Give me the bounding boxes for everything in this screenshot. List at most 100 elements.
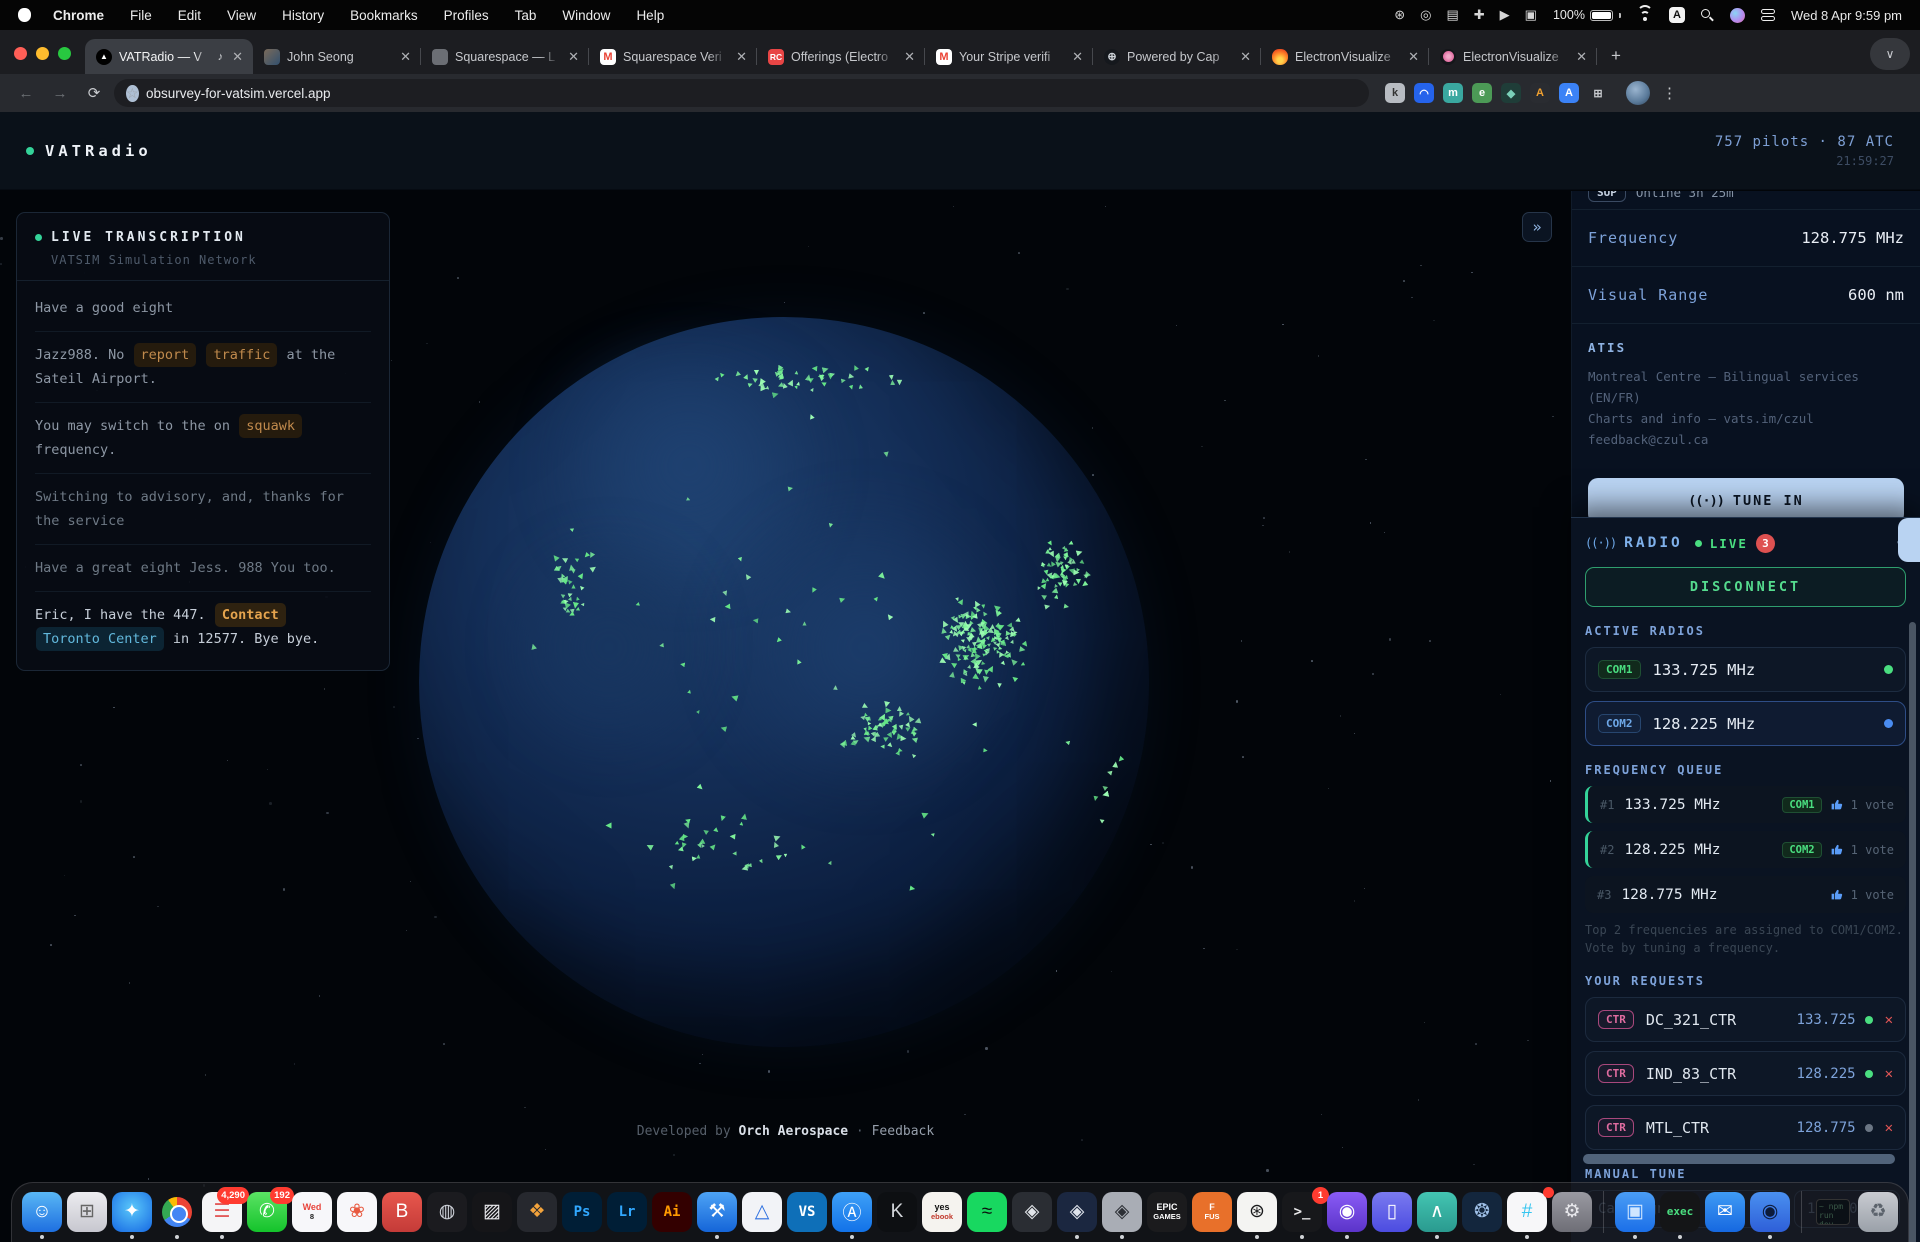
dock-system-settings[interactable]: ⚙ [1552, 1192, 1592, 1232]
dock-epic-games[interactable]: EPICGAMES [1147, 1192, 1187, 1232]
tab-close-icon[interactable]: ✕ [398, 49, 413, 65]
dock-photoshop[interactable]: Ps [562, 1192, 602, 1232]
dock-chrome[interactable] [157, 1192, 197, 1232]
dock-mail[interactable]: ✉ [1705, 1192, 1745, 1232]
siri-icon[interactable] [1730, 8, 1745, 23]
menu-item-history[interactable]: History [282, 8, 324, 23]
spotlight-search-icon[interactable] [1701, 9, 1714, 22]
browser-tab-4[interactable]: RCOfferings (Electro✕ [757, 39, 925, 74]
active-radio-com1[interactable]: COM1133.725 MHz [1585, 647, 1906, 692]
omnibox[interactable]: ≔ obsurvey-for-vatsim.vercel.app ☆ [114, 79, 1369, 107]
browser-tab-2[interactable]: Squarespace — L✕ [421, 39, 589, 74]
browser-tab-0[interactable]: ▲VATRadio — V♪✕ [85, 39, 253, 74]
ext-translate-icon[interactable]: A [1559, 83, 1579, 103]
menu-item-window[interactable]: Window [562, 8, 610, 23]
layout-status-icon[interactable]: ▣ [1525, 7, 1537, 23]
browser-menu-icon[interactable]: ⋮ [1656, 84, 1683, 102]
tab-close-icon[interactable]: ✕ [1574, 49, 1589, 65]
menu-item-view[interactable]: View [227, 8, 256, 23]
dock-launchpad[interactable]: ⊞ [67, 1192, 107, 1232]
tab-close-icon[interactable]: ✕ [734, 49, 749, 65]
remove-request-icon[interactable]: ✕ [1885, 1012, 1893, 1028]
ext-a-icon[interactable]: A [1530, 83, 1550, 103]
back-button[interactable]: ← [12, 85, 40, 102]
menu-item-help[interactable]: Help [636, 8, 664, 23]
ext-m-icon[interactable]: m [1443, 83, 1463, 103]
dock-slack[interactable]: # [1507, 1192, 1547, 1232]
keyword-chip[interactable]: Toronto Center [36, 627, 164, 651]
profile-avatar[interactable] [1626, 81, 1650, 105]
browser-tab-6[interactable]: ⊕Powered by Cap✕ [1093, 39, 1261, 74]
browser-tab-1[interactable]: John Seong✕ [253, 39, 421, 74]
vote-thumb-icon[interactable] [1830, 798, 1843, 811]
dock-xcode[interactable]: ⚒ [697, 1192, 737, 1232]
ext-k-icon[interactable]: k [1385, 83, 1405, 103]
queue-row-3[interactable]: #3128.775 MHz1 vote [1585, 876, 1906, 913]
dock-dev-compass[interactable]: △ [742, 1192, 782, 1232]
bookmark-star-icon[interactable]: ☆ [126, 85, 139, 102]
dock-unity-gray[interactable]: ◈ [1102, 1192, 1142, 1232]
ext-blue-circle-icon[interactable]: ◠ [1414, 83, 1434, 103]
openai-status-icon[interactable]: ⊛ [1394, 7, 1405, 23]
browser-tab-8[interactable]: ElectronVisualize✕ [1429, 39, 1597, 74]
menu-item-bookmarks[interactable]: Bookmarks [350, 8, 418, 23]
tab-close-icon[interactable]: ✕ [1070, 49, 1085, 65]
request-row-IND_83_CTR[interactable]: CTRIND_83_CTR128.225✕ [1585, 1051, 1906, 1096]
keyword-chip[interactable]: traffic [206, 343, 277, 367]
input-source-icon[interactable]: A [1669, 7, 1685, 23]
tab-close-icon[interactable]: ✕ [1238, 49, 1253, 65]
ext-evernote-icon[interactable]: e [1472, 83, 1492, 103]
dock-aperture-app[interactable]: ❂ [1462, 1192, 1502, 1232]
dock-yes-ebook[interactable]: yesebook [922, 1192, 962, 1232]
dock-chatgpt[interactable]: ⊛ [1237, 1192, 1277, 1232]
browser-tab-3[interactable]: MSquarespace Veri✕ [589, 39, 757, 74]
vote-thumb-icon[interactable] [1830, 888, 1843, 901]
dock-davinci-resolve[interactable]: ❖ [517, 1192, 557, 1232]
dock-calendar[interactable]: Wed8 [292, 1192, 332, 1232]
printer-icon[interactable]: ▤ [1446, 7, 1458, 23]
dock-spotify[interactable]: ≈ [967, 1192, 1007, 1232]
dock-nordvpn[interactable]: ∧ [1417, 1192, 1457, 1232]
dock-app-store[interactable]: Ⓐ [832, 1192, 872, 1232]
dock-reminders[interactable]: ☰4,290 [202, 1192, 242, 1232]
menu-item-tab[interactable]: Tab [515, 8, 537, 23]
browser-tab-5[interactable]: MYour Stripe verifi✕ [925, 39, 1093, 74]
keyword-chip[interactable]: report [134, 343, 197, 367]
forward-button[interactable]: → [46, 85, 74, 102]
dock-blue-shapes-app[interactable]: ▣ [1615, 1192, 1655, 1232]
active-radio-com2[interactable]: COM2128.225 MHz [1585, 701, 1906, 746]
tab-close-icon[interactable]: ✕ [1406, 49, 1421, 65]
page-vertical-scrollbar[interactable] [1909, 622, 1916, 1242]
new-tab-button[interactable]: + [1597, 46, 1635, 74]
dock-ai-assistant[interactable]: ◉ [1750, 1192, 1790, 1232]
menu-item-file[interactable]: File [130, 8, 152, 23]
ext-dark-icon[interactable]: ◆ [1501, 83, 1521, 103]
dock-kindle[interactable]: K [877, 1192, 917, 1232]
remove-request-icon[interactable]: ✕ [1885, 1120, 1893, 1136]
menubar-clock[interactable]: Wed 8 Apr 9:59 pm [1791, 8, 1902, 23]
vote-thumb-icon[interactable] [1830, 843, 1843, 856]
dock-fusion-360[interactable]: FFUS [1192, 1192, 1232, 1232]
dock-exec-app[interactable]: exec [1660, 1192, 1700, 1232]
tab-close-icon[interactable]: ✕ [566, 49, 581, 65]
tab-audio-icon[interactable]: ♪ [218, 51, 224, 63]
browser-tab-7[interactable]: ElectronVisualize✕ [1261, 39, 1429, 74]
url-text[interactable]: obsurvey-for-vatsim.vercel.app [146, 86, 1357, 101]
dock-minimized-terminal-window[interactable]: ~ npm run dev [1813, 1192, 1853, 1232]
dock-photos[interactable]: ❀ [337, 1192, 377, 1232]
queue-row-2[interactable]: #2128.225 MHzCOM21 vote [1585, 831, 1906, 868]
dock-unity-hub[interactable]: ◈ [1012, 1192, 1052, 1232]
shield-app-icon[interactable]: ✚ [1474, 7, 1485, 23]
dock-lightroom[interactable]: Lr [607, 1192, 647, 1232]
disconnect-button[interactable]: DISCONNECT [1585, 567, 1906, 607]
panel-horizontal-scrollbar[interactable] [1583, 1154, 1895, 1164]
play-status-icon[interactable]: ▶ [1500, 7, 1510, 23]
apple-menu-icon[interactable] [18, 8, 31, 22]
circle-app-icon[interactable]: ◎ [1420, 7, 1431, 23]
dock-github-desktop[interactable]: ◉ [1327, 1192, 1367, 1232]
extensions-puzzle-icon[interactable]: ⊞ [1588, 83, 1608, 103]
wifi-icon[interactable] [1637, 9, 1653, 21]
dock-terminal[interactable]: >_1 [1282, 1192, 1322, 1232]
remove-request-icon[interactable]: ✕ [1885, 1066, 1893, 1082]
queue-row-1[interactable]: #1133.725 MHzCOM11 vote [1585, 786, 1906, 823]
